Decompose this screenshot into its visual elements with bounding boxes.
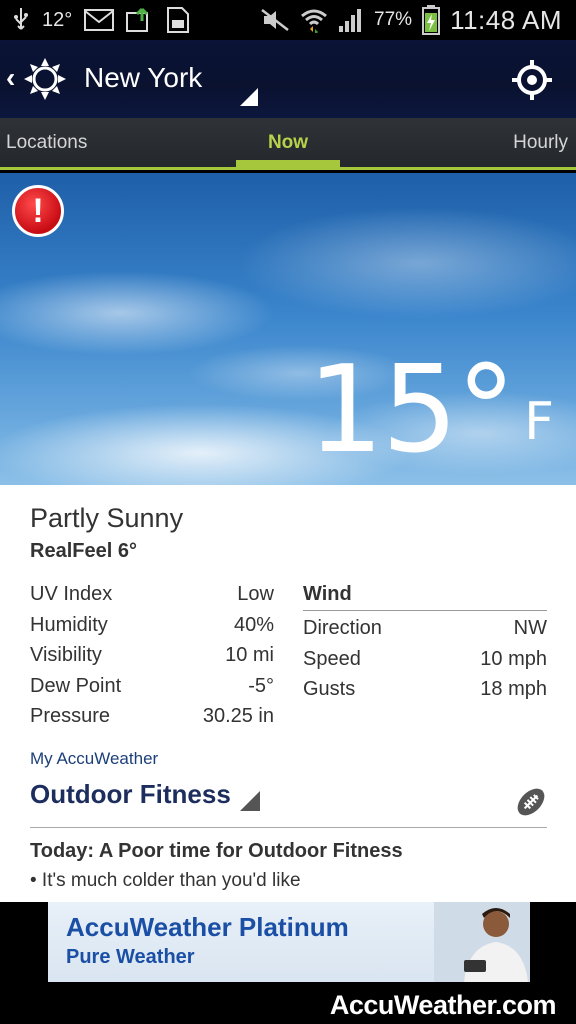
tab-locations[interactable]: Locations: [6, 132, 87, 154]
upload-icon: [126, 7, 154, 33]
my-accuweather-label: My AccuWeather: [30, 749, 159, 768]
detail-label: Humidity: [30, 613, 108, 636]
tab-now[interactable]: Now: [236, 132, 340, 154]
location-dropdown-icon[interactable]: [240, 88, 258, 106]
ad-subtitle: Pure Weather: [66, 946, 195, 968]
temperature-value: 15°: [307, 341, 516, 480]
status-time: 11:48 AM: [450, 4, 562, 35]
current-temperature: 15° F: [307, 351, 554, 471]
active-tab-indicator: [236, 160, 340, 167]
ad-content[interactable]: AccuWeather Platinum Pure Weather: [48, 902, 530, 982]
sun-icon[interactable]: [24, 58, 66, 105]
ad-banner[interactable]: AccuWeather Platinum Pure Weather: [34, 902, 544, 984]
wind-label: Direction: [303, 617, 382, 639]
detail-row: UV Index Low: [30, 583, 274, 614]
divider: [30, 827, 547, 828]
detail-row: Pressure 30.25 in: [30, 705, 274, 736]
wind-title: Wind: [303, 583, 547, 611]
wind-panel: Wind Direction NW Speed 10 mph Gusts 18 mph: [303, 583, 547, 709]
temperature-unit: F: [524, 392, 554, 452]
detail-value: 10 mi: [225, 644, 274, 666]
activity-dropdown-icon[interactable]: [240, 791, 260, 811]
mail-icon: [84, 9, 115, 31]
city-name[interactable]: New York: [84, 62, 202, 94]
wind-label: Gusts: [303, 678, 356, 700]
wind-label: Speed: [303, 647, 361, 670]
wind-row: Gusts 18 mph: [303, 678, 547, 709]
battery-icon: [422, 5, 441, 35]
wifi-icon: [300, 7, 328, 33]
detail-row: Humidity 40%: [30, 614, 274, 645]
detail-label: Dew Point: [30, 674, 122, 697]
details-list: UV Index Low Humidity 40% Visibility 10 mi …: [30, 583, 274, 736]
wind-row: Speed 10 mph: [303, 648, 547, 679]
detail-row: Visibility 10 mi: [30, 644, 274, 675]
detail-label: Visibility: [30, 644, 102, 666]
locate-icon[interactable]: [512, 60, 552, 105]
footer: AccuWeather.com: [0, 984, 576, 1024]
back-chevron-icon[interactable]: ‹: [6, 62, 15, 94]
mute-icon: [260, 8, 290, 32]
fitness-forecast: Today: A Poor time for Outdoor Fitness: [30, 840, 403, 862]
condition-text: Partly Sunny: [30, 503, 184, 533]
detail-value: Low: [237, 583, 274, 605]
tab-bar: Locations Now Hourly: [0, 118, 576, 170]
football-icon: [514, 785, 548, 824]
weather-hero: ! 15° F: [0, 173, 576, 485]
signal-icon: [338, 8, 364, 32]
wind-row: Direction NW: [303, 617, 547, 648]
realfeel-text: RealFeel 6°: [30, 540, 137, 562]
ad-person-image: [434, 902, 530, 982]
current-conditions: Partly Sunny RealFeel 6° UV Index Low Hum…: [0, 485, 576, 902]
wind-value: NW: [513, 617, 547, 639]
detail-value: 40%: [233, 613, 274, 636]
wind-value: 18 mph: [480, 678, 547, 700]
activity-selector[interactable]: Outdoor Fitness: [30, 779, 231, 810]
tab-hourly[interactable]: Hourly: [513, 132, 568, 154]
battery-percent: 77%: [374, 9, 413, 30]
detail-value: -5°: [248, 674, 274, 697]
wind-value: 10 mph: [480, 647, 547, 670]
detail-value: 30.25 in: [202, 705, 274, 727]
sd-card-icon: [166, 6, 190, 34]
usb-icon: [12, 7, 30, 33]
alert-icon[interactable]: !: [12, 185, 64, 237]
status-temperature: 12°: [42, 8, 73, 31]
ad-title: AccuWeather Platinum: [66, 912, 349, 942]
detail-label: Pressure: [30, 705, 111, 727]
detail-label: UV Index: [30, 583, 113, 605]
detail-row: Dew Point -5°: [30, 675, 274, 706]
fitness-note: • It's much colder than you'd like: [30, 870, 301, 891]
status-bar: 12° 77% 11:48 AM: [0, 0, 576, 40]
brand-logo[interactable]: AccuWeather.com: [330, 990, 557, 1021]
app-header: ‹ New York: [0, 40, 576, 118]
